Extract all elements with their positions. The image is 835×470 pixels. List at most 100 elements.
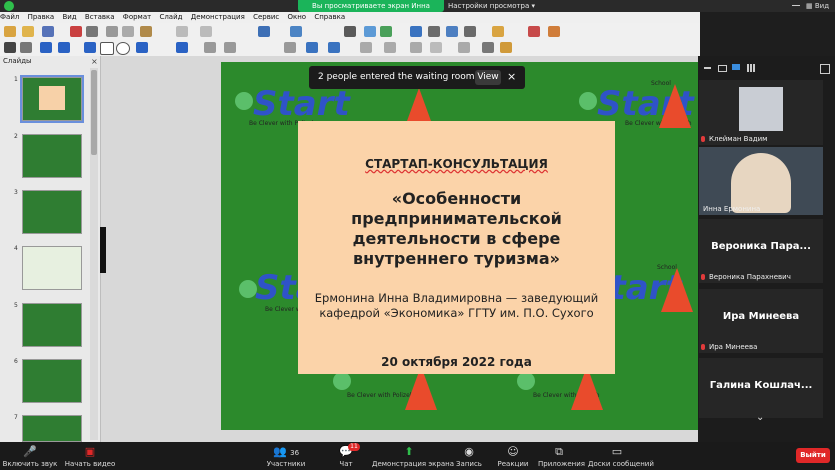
chart-icon[interactable] <box>380 26 392 37</box>
slide-thumbnail[interactable] <box>22 134 82 178</box>
callouts-icon[interactable] <box>284 42 296 53</box>
new-doc-icon[interactable] <box>4 26 16 37</box>
arrange-icon[interactable] <box>410 42 422 53</box>
stars-icon[interactable] <box>306 42 318 53</box>
link-icon[interactable] <box>464 26 476 37</box>
slide-thumbnail[interactable] <box>22 190 82 234</box>
menu-window[interactable]: Окно <box>287 13 306 21</box>
start-video-button[interactable]: ▣ Начать видео <box>62 442 118 470</box>
undo-icon[interactable] <box>176 26 188 37</box>
apps-icon: ⧉ <box>555 445 563 458</box>
whiteboards-button[interactable]: ▭ Доски сообщений <box>588 442 654 470</box>
textbox-icon[interactable] <box>410 26 422 37</box>
participant-display-name: Вероника Пара... <box>711 241 811 252</box>
align-icon[interactable] <box>384 42 396 53</box>
shadow-icon[interactable] <box>430 42 442 53</box>
basic-shapes-icon[interactable] <box>204 42 216 53</box>
apps-button[interactable]: ⧉ Приложения <box>538 442 585 470</box>
image-icon[interactable] <box>364 26 376 37</box>
text-icon[interactable] <box>40 42 52 53</box>
unmute-label: Включить звук <box>2 460 58 468</box>
copy-icon[interactable] <box>122 26 134 37</box>
participants-button[interactable]: 👥 36 Участники <box>262 442 310 470</box>
display-grid-icon[interactable] <box>258 26 270 37</box>
view-button[interactable]: ▦ Вид <box>806 0 834 12</box>
panel-collapse-handle[interactable] <box>100 227 106 273</box>
close-icon[interactable]: × <box>507 70 516 83</box>
menu-file[interactable]: Файл <box>0 13 19 21</box>
slideshow-icon[interactable] <box>528 26 540 37</box>
slide-thumbnail[interactable] <box>22 359 82 403</box>
ellipse-icon[interactable] <box>116 42 130 55</box>
gallery-grid-icon[interactable] <box>747 64 755 72</box>
toast-view-button[interactable]: View <box>475 70 501 85</box>
unmute-button[interactable]: 🎤 Включить звук <box>2 442 58 470</box>
reactions-button[interactable]: ☺ Реакции <box>496 442 530 470</box>
menu-format[interactable]: Формат <box>123 13 151 21</box>
fullscreen-icon[interactable] <box>820 64 830 74</box>
chevron-down-icon[interactable]: ⌄ <box>756 412 764 423</box>
menu-insert[interactable]: Вставка <box>85 13 115 21</box>
minimize-icon[interactable] <box>704 67 711 69</box>
leave-button[interactable]: Выйти <box>796 448 830 463</box>
menu-slideshow[interactable]: Демонстрация <box>191 13 245 21</box>
participant-display-name: Ира Минеева <box>722 311 800 322</box>
participant-tile[interactable]: Клейман Вадим <box>699 80 823 145</box>
filmstrip-icon[interactable] <box>732 64 740 70</box>
points-icon[interactable] <box>482 42 494 53</box>
comment-icon[interactable] <box>492 26 504 37</box>
menu-help[interactable]: Справка <box>314 13 345 21</box>
connectors-icon[interactable] <box>176 42 188 53</box>
participant-tile[interactable]: Вероника Пара... Вероника Парахневич <box>699 219 823 283</box>
menu-view[interactable]: Вид <box>62 13 76 21</box>
menu-edit[interactable]: Правка <box>28 13 55 21</box>
open-icon[interactable] <box>22 26 34 37</box>
print-icon[interactable] <box>86 26 98 37</box>
slide-thumbnail[interactable] <box>22 415 82 442</box>
slide-thumbnail[interactable] <box>20 75 84 123</box>
paste-icon[interactable] <box>140 26 152 37</box>
symbol-shapes-icon[interactable] <box>224 42 236 53</box>
slide-number: 5 <box>14 302 18 309</box>
shield-icon[interactable] <box>4 1 14 11</box>
record-button[interactable]: ◉ Запись <box>454 442 484 470</box>
rotate-icon[interactable] <box>360 42 372 53</box>
special-char-icon[interactable] <box>446 26 458 37</box>
crop-icon[interactable] <box>458 42 470 53</box>
rectangle-icon[interactable] <box>100 42 114 55</box>
slide-thumbnail[interactable] <box>22 303 82 347</box>
whiteboards-label: Доски сообщений <box>588 460 654 468</box>
lines-arrows-icon[interactable] <box>136 42 148 53</box>
view-label: Вид <box>814 2 830 10</box>
menu-tools[interactable]: Сервис <box>253 13 279 21</box>
save-icon[interactable] <box>42 26 54 37</box>
fontwork-icon[interactable] <box>428 26 440 37</box>
participant-tile[interactable]: Ира Минеева Ира Минеева <box>699 289 823 353</box>
3d-objects-icon[interactable] <box>328 42 340 53</box>
drawing-toolbar <box>0 40 700 57</box>
select-arrow-icon[interactable] <box>4 42 16 53</box>
glue-points-icon[interactable] <box>500 42 512 53</box>
redo-icon[interactable] <box>200 26 212 37</box>
close-icon[interactable]: × <box>91 57 98 66</box>
export-pdf-icon[interactable] <box>70 26 82 37</box>
view-settings-dropdown[interactable]: Настройки просмотра ▾ <box>448 0 548 12</box>
speaker-view-icon[interactable] <box>718 65 727 72</box>
slide-thumbnail[interactable] <box>22 246 82 290</box>
share-screen-button[interactable]: ⬆ Демонстрация экрана <box>372 442 454 470</box>
cut-icon[interactable] <box>106 26 118 37</box>
participant-tile[interactable]: Инна Ермонина <box>699 147 823 215</box>
slides-scroll-thumb[interactable] <box>91 70 97 155</box>
line-icon[interactable] <box>84 42 96 53</box>
clover-icon <box>235 92 253 110</box>
table-icon[interactable] <box>344 26 356 37</box>
participant-tile[interactable]: Галина Кошлач... <box>699 358 823 418</box>
minimize-icon[interactable] <box>792 5 800 6</box>
slide-icon[interactable] <box>290 26 302 37</box>
gallery-header <box>698 61 835 75</box>
transition-icon[interactable] <box>548 26 560 37</box>
fill-color-icon[interactable] <box>58 42 70 53</box>
title-card[interactable]: СТАРТАП-КОНСУЛЬТАЦИЯ «Особенности предпр… <box>298 121 615 374</box>
menu-slide[interactable]: Слайд <box>159 13 182 21</box>
zoom-icon[interactable] <box>20 42 32 53</box>
